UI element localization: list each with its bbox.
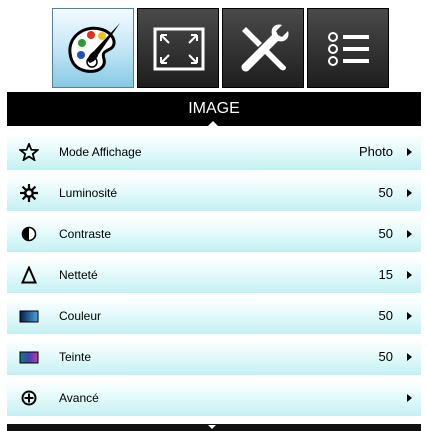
menu-item-label: Netteté xyxy=(59,268,98,282)
menu-item-label: Luminosité xyxy=(59,186,118,200)
list-icon xyxy=(328,32,369,66)
chevron-right-icon xyxy=(407,312,412,320)
chevron-right-icon xyxy=(407,148,412,156)
menu-item-value: 50 xyxy=(378,226,393,241)
menu-item-label: Couleur xyxy=(59,309,102,323)
palette-brush-icon xyxy=(68,23,120,73)
menu-item-sharpness[interactable]: Netteté 15 xyxy=(7,257,421,293)
menu-item-label: Teinte xyxy=(59,350,92,364)
star-icon xyxy=(19,143,39,161)
chevron-right-icon xyxy=(407,189,412,197)
display-tab[interactable] xyxy=(137,8,219,88)
image-tab[interactable] xyxy=(52,8,134,88)
chevron-right-icon xyxy=(407,271,412,279)
tools-icon xyxy=(241,24,289,72)
menu-item-advanced[interactable]: Avancé xyxy=(7,380,421,416)
menu-item-value: 50 xyxy=(378,308,393,323)
chevron-right-icon xyxy=(407,394,412,402)
contrast-icon xyxy=(21,226,37,242)
options-tab[interactable] xyxy=(307,8,389,88)
menu-item-contrast[interactable]: Contraste 50 xyxy=(7,216,421,252)
setup-tab[interactable] xyxy=(222,8,304,88)
color-icon xyxy=(19,310,39,323)
tint-icon xyxy=(19,351,39,364)
menu-item-display-mode[interactable]: Mode Affichage Photo xyxy=(7,134,421,170)
menu-item-value: 50 xyxy=(378,349,393,364)
menu-item-label: Mode Affichage xyxy=(59,145,142,159)
chevron-right-icon xyxy=(407,230,412,238)
menu-item-tint[interactable]: Teinte 50 xyxy=(7,339,421,375)
chevron-right-icon xyxy=(407,353,412,361)
menu-item-brightness[interactable]: Luminosité 50 xyxy=(7,175,421,211)
menu-item-label: Avancé xyxy=(59,391,99,405)
menu-item-value: 50 xyxy=(378,185,393,200)
menu-tab-bar xyxy=(0,0,428,92)
menu-item-color[interactable]: Couleur 50 xyxy=(7,298,421,334)
scroll-down-indicator xyxy=(208,425,216,429)
menu-item-value: Photo xyxy=(359,144,393,159)
screen-resize-icon xyxy=(153,27,205,71)
brightness-icon xyxy=(20,184,38,202)
sharpness-icon xyxy=(20,266,38,284)
advanced-icon xyxy=(21,390,37,406)
menu-item-label: Contraste xyxy=(59,227,112,241)
menu-item-value: 15 xyxy=(378,267,393,282)
menu-list: Mode Affichage Photo Luminosité 50 Contr… xyxy=(7,134,421,421)
scroll-up-indicator xyxy=(208,121,218,126)
